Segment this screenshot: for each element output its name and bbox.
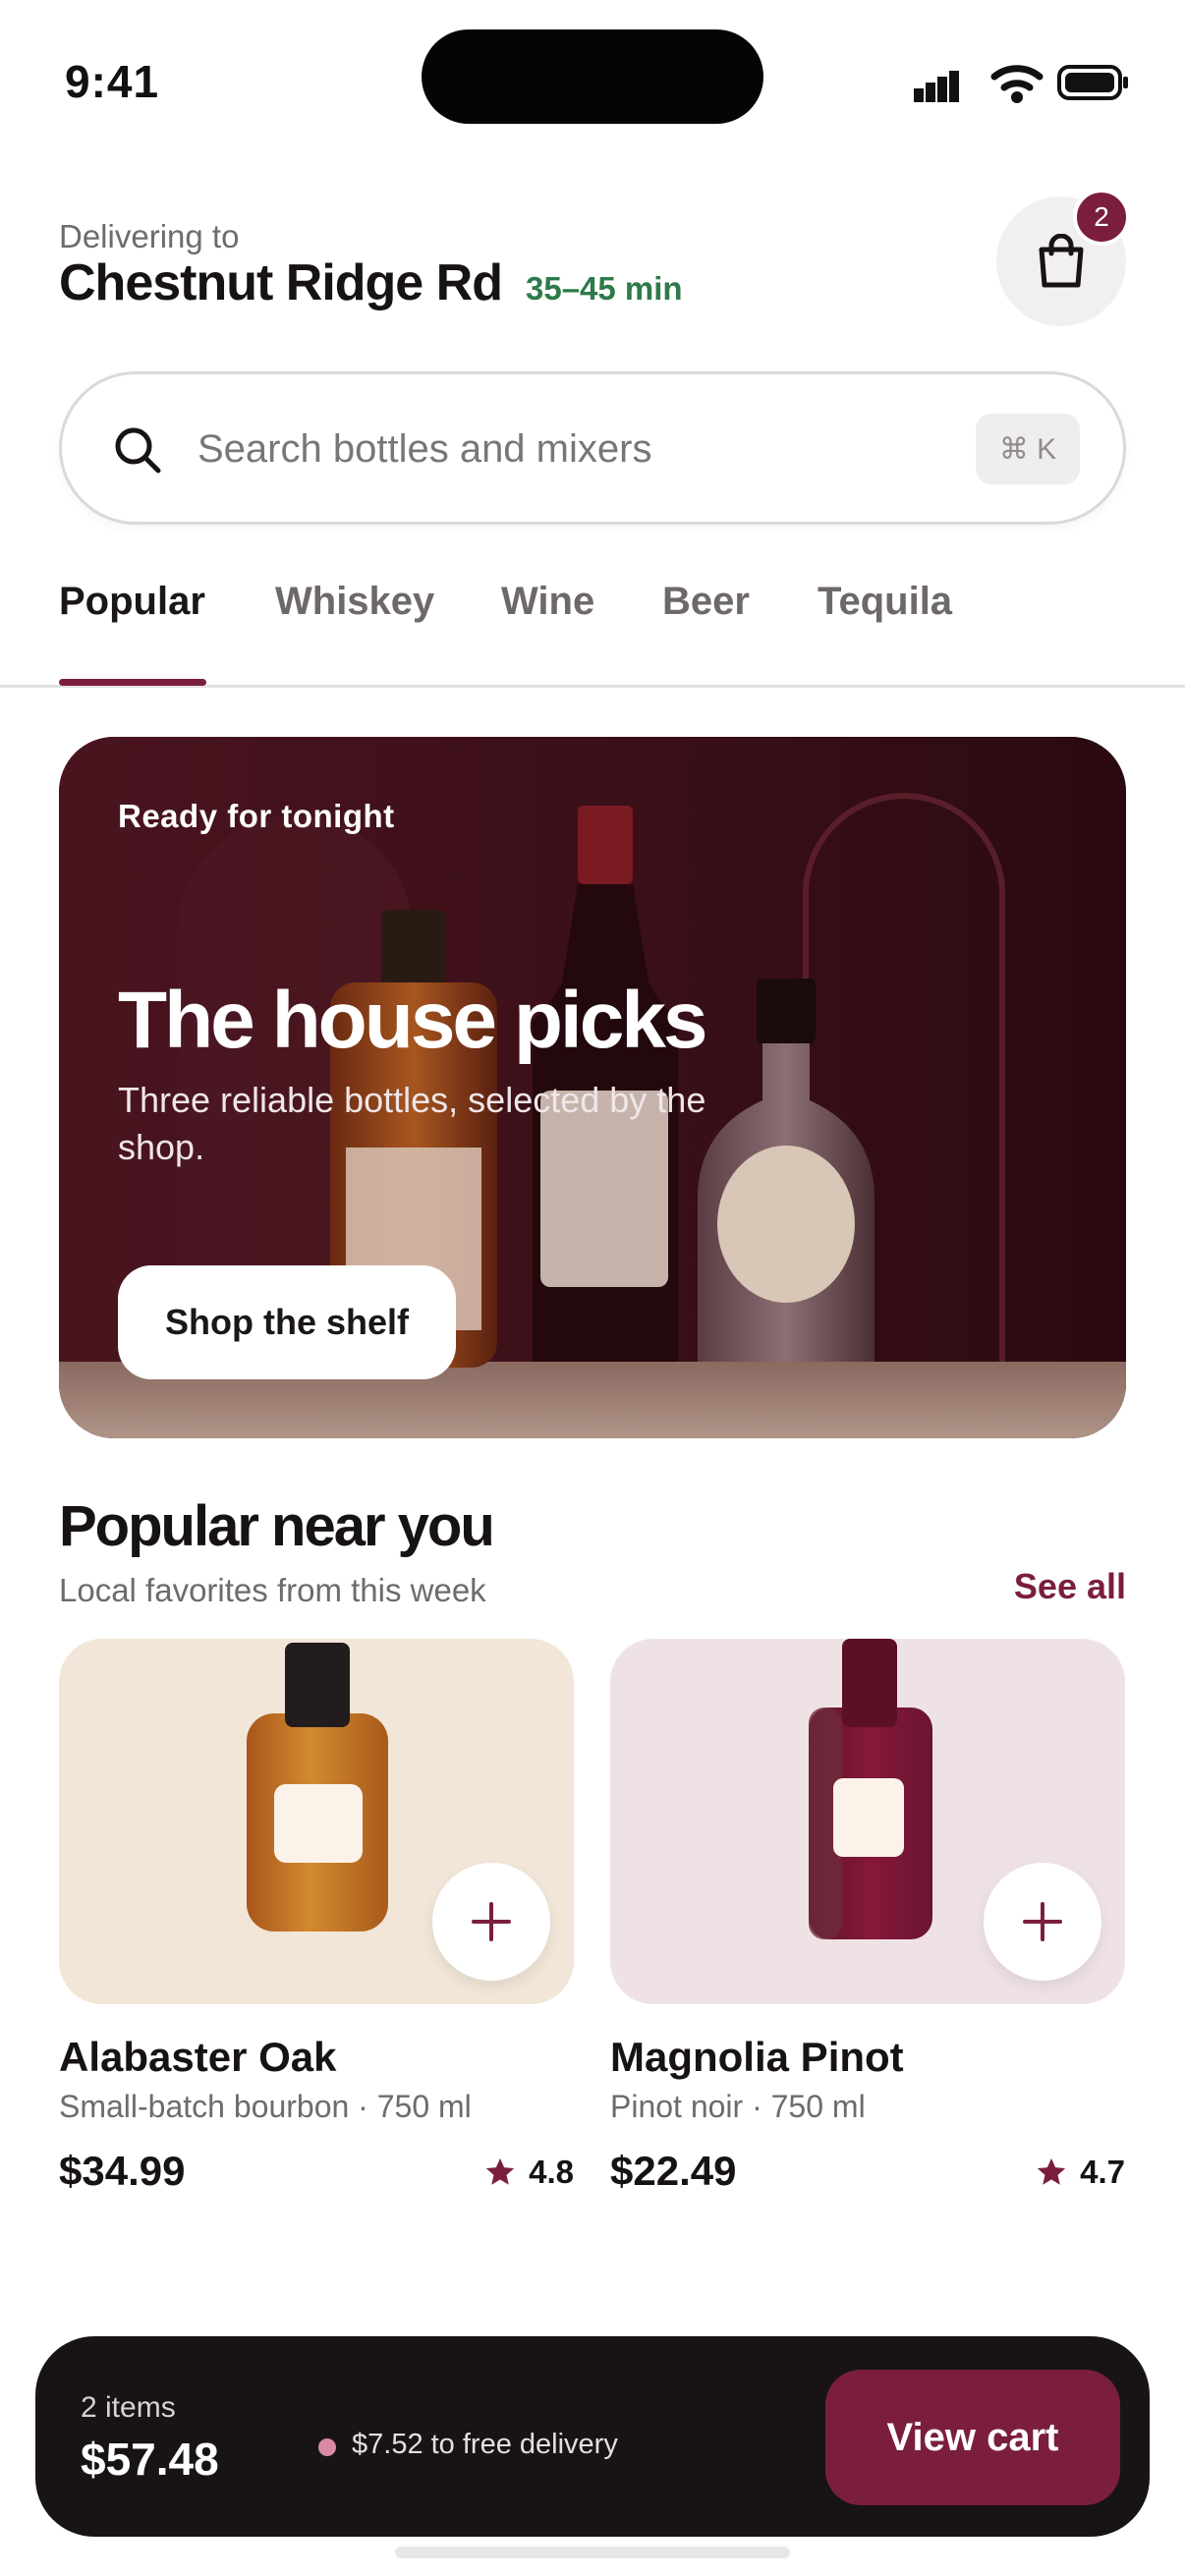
search-bar[interactable]: ⌘ K — [59, 371, 1126, 525]
delivery-address[interactable]: Chestnut Ridge Rd — [59, 253, 503, 312]
cart-count-badge: 2 — [1073, 189, 1130, 246]
status-icons — [914, 65, 1128, 103]
product-rating: 4.7 — [1035, 2154, 1125, 2191]
dynamic-island — [422, 29, 763, 124]
hero-title: The house picks — [118, 976, 708, 1065]
product-price: $34.99 — [59, 2148, 186, 2194]
product-card[interactable]: Magnolia Pinot Pinot noir · 750 ml $22.4… — [610, 1639, 1125, 2194]
rating-value: 4.8 — [529, 2154, 574, 2190]
hero-eyebrow: Ready for tonight — [118, 798, 395, 834]
section-title: Popular near you — [59, 1494, 495, 1558]
hero-subtitle: Three reliable bottles, selected by the … — [118, 1080, 706, 1167]
status-bar: 9:41 — [0, 0, 1185, 167]
product-card[interactable]: Alabaster Oak Small-batch bourbon · 750 … — [59, 1639, 574, 2194]
see-all-link[interactable]: See all — [1014, 1566, 1126, 1607]
star-icon — [485, 2157, 515, 2185]
product-rating: 4.8 — [483, 2154, 574, 2191]
search-icon — [115, 427, 161, 474]
view-cart-button[interactable]: View cart — [825, 2370, 1120, 2505]
free-delivery-dot — [318, 2438, 336, 2456]
plus-icon — [472, 1902, 511, 1941]
wifi-icon — [990, 65, 1044, 103]
cart-total: $57.48 — [81, 2434, 219, 2485]
product-image[interactable] — [59, 1639, 574, 2004]
plus-icon — [1023, 1902, 1062, 1941]
cart-item-count: 2 items — [81, 2391, 176, 2424]
shopping-bag-icon — [1039, 234, 1084, 288]
battery-icon — [1057, 65, 1128, 100]
product-price: $22.49 — [610, 2148, 737, 2194]
product-description: Small-batch bourbon · 750 ml — [59, 2089, 472, 2124]
tab-tequila[interactable]: Tequila — [818, 580, 952, 624]
keyboard-shortcut-hint: ⌘ K — [976, 414, 1080, 484]
hero-banner[interactable]: Ready for tonight The house picks Three … — [59, 737, 1126, 1438]
delivery-address-row[interactable]: Chestnut Ridge Rd 35–45 min — [59, 253, 683, 312]
product-description: Pinot noir · 750 ml — [610, 2089, 866, 2124]
product-name[interactable]: Alabaster Oak — [59, 2034, 336, 2081]
add-to-cart-button[interactable] — [432, 1863, 550, 1981]
rating-value: 4.7 — [1080, 2154, 1125, 2190]
tab-wine[interactable]: Wine — [501, 580, 594, 624]
shop-the-shelf-button[interactable]: Shop the shelf — [118, 1265, 456, 1379]
tab-whiskey[interactable]: Whiskey — [275, 580, 434, 624]
delivery-eta: 35–45 min — [525, 270, 683, 307]
delivering-label: Delivering to — [59, 218, 240, 254]
add-to-cart-button[interactable] — [984, 1863, 1101, 1981]
section-subtitle: Local favorites from this week — [59, 1572, 486, 1608]
product-image[interactable] — [610, 1639, 1125, 2004]
cart-summary-bar[interactable]: 2 items $57.48 $7.52 to free delivery Vi… — [35, 2336, 1150, 2537]
status-time: 9:41 — [65, 56, 160, 107]
search-input[interactable] — [198, 414, 984, 484]
star-icon — [1037, 2157, 1066, 2185]
free-delivery-progress-text: $7.52 to free delivery — [352, 2429, 618, 2460]
tab-popular[interactable]: Popular — [59, 580, 205, 624]
home-indicator[interactable] — [395, 2547, 790, 2558]
cellular-signal-icon — [914, 71, 959, 102]
active-tab-indicator — [59, 679, 206, 686]
category-tabs: Popular Whiskey Wine Beer Tequila — [0, 570, 1185, 688]
tab-beer[interactable]: Beer — [662, 580, 750, 624]
product-name[interactable]: Magnolia Pinot — [610, 2034, 904, 2081]
